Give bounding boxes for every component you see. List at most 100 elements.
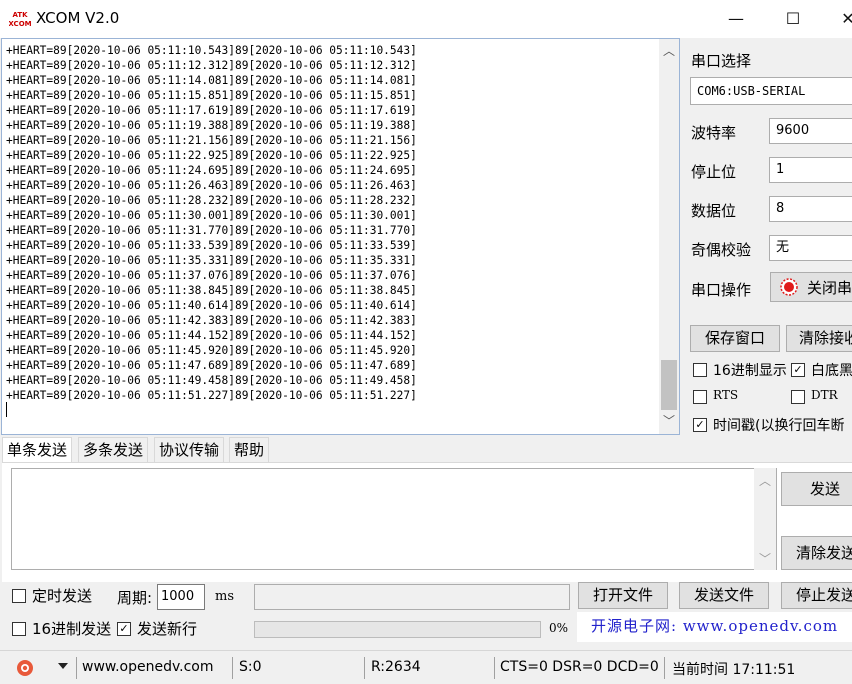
period-input[interactable]: 1000 (157, 584, 205, 610)
svg-text:ATK: ATK (12, 11, 28, 19)
scroll-up-icon[interactable]: ︿ (754, 472, 776, 489)
period-label: 周期: (117, 589, 153, 607)
hex-display-checkbox[interactable] (693, 363, 707, 377)
scroll-thumb[interactable] (661, 360, 677, 410)
open-file-button[interactable]: 打开文件 (578, 582, 668, 609)
clear-receive-button[interactable]: 清除接收 (786, 325, 852, 352)
receive-line: +HEART=89[2020-10-06 05:11:44.152]89[202… (6, 329, 417, 342)
title-bar: ATK XCOM XCOM V2.0 — ☐ ✕ (0, 0, 852, 38)
receive-line: +HEART=89[2020-10-06 05:11:49.458]89[202… (6, 374, 417, 387)
tab-protocol[interactable]: 协议传输 (154, 437, 225, 463)
stop-bits-label: 停止位 (691, 163, 737, 181)
dtr-checkbox[interactable] (791, 390, 805, 404)
send-progress-bar (254, 621, 541, 638)
receive-line: +HEART=89[2020-10-06 05:11:38.845]89[202… (6, 284, 417, 297)
white-black-checkbox[interactable]: ✓ (791, 363, 805, 377)
receive-scrollbar[interactable]: ︿ ﹀ (659, 39, 679, 434)
receive-line: +HEART=89[2020-10-06 05:11:51.227]89[202… (6, 389, 417, 402)
receive-line: +HEART=89[2020-10-06 05:11:40.614]89[202… (6, 299, 417, 312)
timestamp-checkbox[interactable]: ✓ (693, 418, 707, 432)
receive-line: +HEART=89[2020-10-06 05:11:10.543]89[202… (6, 44, 417, 57)
file-path-field[interactable] (254, 584, 570, 610)
receive-line: +HEART=89[2020-10-06 05:11:15.851]89[202… (6, 89, 417, 102)
status-website[interactable]: www.openedv.com (82, 659, 214, 675)
timed-send-checkbox[interactable] (12, 589, 26, 603)
receive-line: +HEART=89[2020-10-06 05:11:22.925]89[202… (6, 149, 417, 162)
send-file-button[interactable]: 发送文件 (679, 582, 769, 609)
status-current-time: 当前时间 17:11:51 (672, 662, 796, 678)
tab-single-send[interactable]: 单条发送 (2, 437, 73, 463)
timed-send-label: 定时发送 (32, 587, 93, 605)
rts-checkbox[interactable] (693, 390, 707, 404)
close-button[interactable]: ✕ (825, 0, 852, 38)
send-newline-label: 发送新行 (137, 620, 198, 638)
scroll-up-icon[interactable]: ︿ (659, 43, 679, 59)
tab-multi-send[interactable]: 多条发送 (78, 437, 149, 463)
data-bits-dropdown[interactable]: 8 (769, 196, 852, 222)
receive-line: +HEART=89[2020-10-06 05:11:28.232]89[202… (6, 194, 417, 207)
promo-link[interactable]: 开源电子网: www.openedv.com (577, 612, 852, 642)
timestamp-label: 时间戳(以换行回车断 (713, 418, 845, 434)
stop-bits-dropdown[interactable]: 1 (769, 157, 852, 183)
stop-send-button[interactable]: 停止发送 (781, 582, 852, 609)
text-caret (6, 402, 7, 417)
status-divider (664, 657, 665, 679)
hex-send-label: 16进制发送 (32, 620, 112, 638)
receive-textarea[interactable]: +HEART=89[2020-10-06 05:11:10.543]89[202… (1, 38, 680, 435)
receive-line: +HEART=89[2020-10-06 05:11:45.920]89[202… (6, 344, 417, 357)
receive-line: +HEART=89[2020-10-06 05:11:12.312]89[202… (6, 59, 417, 72)
rts-label: RTS (713, 388, 739, 402)
close-port-button[interactable]: 关闭串 (770, 272, 852, 302)
receive-line: +HEART=89[2020-10-06 05:11:33.539]89[202… (6, 239, 417, 252)
scroll-down-icon[interactable]: ﹀ (754, 550, 776, 567)
receive-line: +HEART=89[2020-10-06 05:11:17.619]89[202… (6, 104, 417, 117)
receive-line: +HEART=89[2020-10-06 05:11:42.383]89[202… (6, 314, 417, 327)
baud-rate-label: 波特率 (691, 124, 737, 142)
ms-label: ms (215, 589, 234, 604)
dtr-label: DTR (811, 388, 838, 402)
receive-text: +HEART=89[2020-10-06 05:11:10.543]89[202… (6, 43, 658, 423)
send-button[interactable]: 发送 (781, 472, 852, 506)
receive-line: +HEART=89[2020-10-06 05:11:19.388]89[202… (6, 119, 417, 132)
send-newline-checkbox[interactable]: ✓ (117, 622, 131, 636)
hex-display-label: 16进制显示 (713, 363, 787, 379)
status-divider (76, 657, 77, 679)
port-status-led-icon (779, 277, 799, 297)
maximize-button[interactable]: ☐ (770, 0, 816, 38)
tab-help[interactable]: 帮助 (229, 437, 270, 463)
app-logo-icon: ATK XCOM (8, 8, 32, 30)
port-select-dropdown[interactable]: COM6:USB-SERIAL (690, 77, 852, 105)
settings-gear-icon[interactable] (16, 659, 34, 677)
send-scrollbar[interactable]: ︿ ﹀ (754, 468, 776, 570)
baud-rate-dropdown[interactable]: 9600 (769, 118, 852, 144)
receive-line: +HEART=89[2020-10-06 05:11:26.463]89[202… (6, 179, 417, 192)
scroll-down-icon[interactable]: ﹀ (659, 413, 679, 429)
white-black-label: 白底黑 (811, 363, 852, 379)
status-divider (494, 657, 495, 679)
status-sent-count: S:0 (239, 659, 262, 675)
port-select-label: 串口选择 (691, 52, 752, 70)
receive-line: +HEART=89[2020-10-06 05:11:14.081]89[202… (6, 74, 417, 87)
receive-line: +HEART=89[2020-10-06 05:11:30.001]89[202… (6, 209, 417, 222)
svg-text:XCOM: XCOM (9, 20, 31, 28)
save-window-button[interactable]: 保存窗口 (690, 325, 780, 352)
hex-send-checkbox[interactable] (12, 622, 26, 636)
minimize-button[interactable]: — (713, 0, 759, 38)
receive-line: +HEART=89[2020-10-06 05:11:37.076]89[202… (6, 269, 417, 282)
status-lines: CTS=0 DSR=0 DCD=0 (500, 659, 659, 675)
receive-line: +HEART=89[2020-10-06 05:11:31.770]89[202… (6, 224, 417, 237)
status-divider (232, 657, 233, 679)
progress-percent: 0% (549, 621, 569, 635)
data-bits-label: 数据位 (691, 202, 737, 220)
receive-line: +HEART=89[2020-10-06 05:11:24.695]89[202… (6, 164, 417, 177)
app-title: XCOM V2.0 (36, 9, 120, 27)
clear-send-button[interactable]: 清除发送 (781, 536, 852, 570)
dropdown-arrow-icon[interactable] (58, 663, 68, 669)
close-port-label: 关闭串 (807, 279, 852, 297)
receive-line: +HEART=89[2020-10-06 05:11:35.331]89[202… (6, 254, 417, 267)
receive-line: +HEART=89[2020-10-06 05:11:21.156]89[202… (6, 134, 417, 147)
receive-line: +HEART=89[2020-10-06 05:11:47.689]89[202… (6, 359, 417, 372)
parity-dropdown[interactable]: 无 (769, 235, 852, 261)
status-bar: www.openedv.com S:0 R:2634 CTS=0 DSR=0 D… (0, 650, 852, 684)
send-textarea[interactable] (11, 468, 777, 570)
